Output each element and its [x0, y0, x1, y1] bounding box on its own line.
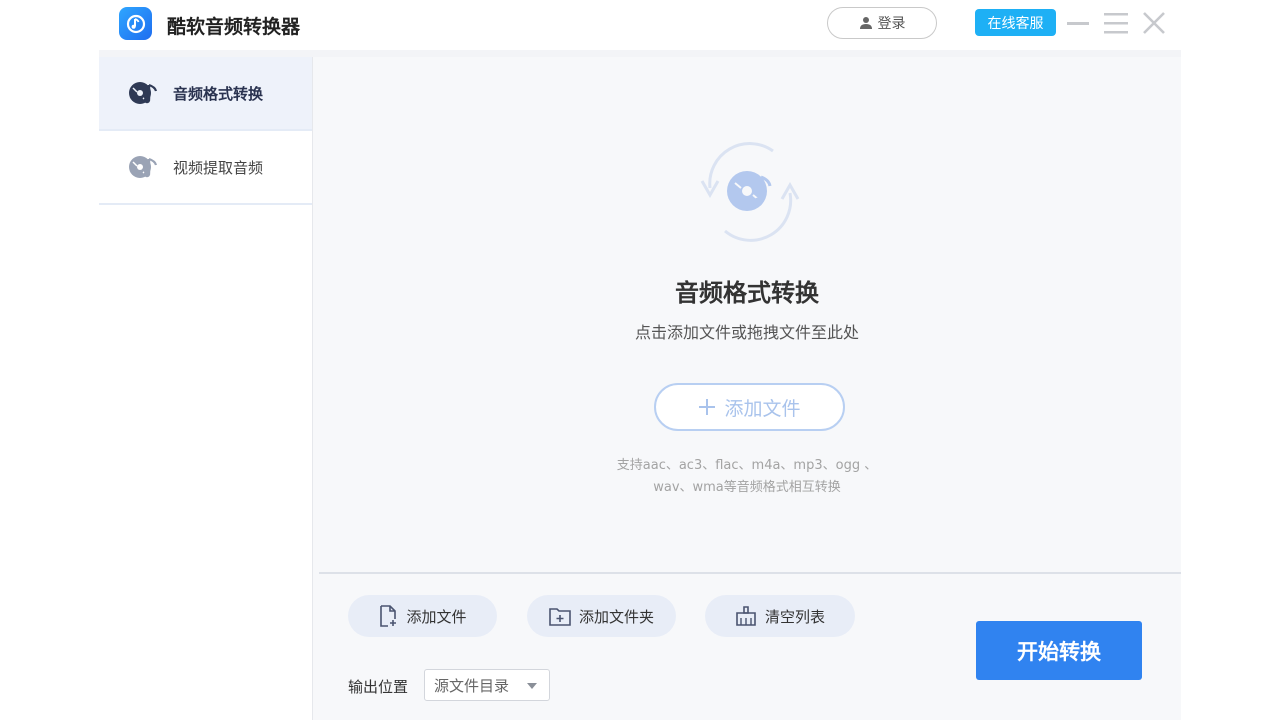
video-audio-icon	[129, 156, 158, 178]
main-panel: 音频格式转换 点击添加文件或拖拽文件至此处 添加文件 支持aac、ac3、fla…	[313, 57, 1181, 720]
add-file-button[interactable]: 添加文件	[348, 595, 497, 637]
add-folder-label: 添加文件夹	[578, 607, 654, 626]
sidebar-item-label: 音频格式转换	[173, 84, 264, 103]
sidebar-item-label: 视频提取音频	[173, 158, 264, 177]
sidebar: 音频格式转换 视频提取音频	[99, 57, 312, 720]
add-file-icon	[380, 605, 397, 627]
audio-disc-icon	[129, 82, 158, 104]
supported-formats: 支持aac、ac3、flac、m4a、mp3、ogg 、 wav、wma等音频格…	[313, 455, 1181, 499]
login-button[interactable]: 登录	[827, 7, 937, 39]
sidebar-item-video-extract[interactable]: 视频提取音频	[99, 131, 312, 205]
online-service-button[interactable]: 在线客服	[975, 9, 1056, 36]
output-location-select[interactable]: 源文件目录	[424, 669, 550, 701]
user-icon	[859, 17, 872, 29]
add-file-label: 添加文件	[724, 397, 801, 420]
menu-icon	[1104, 13, 1128, 34]
file-drop-zone[interactable]: 音频格式转换 点击添加文件或拖拽文件至此处 添加文件 支持aac、ac3、fla…	[313, 57, 1181, 573]
chevron-down-icon	[527, 683, 537, 689]
close-icon	[1143, 12, 1165, 34]
close-button[interactable]	[1139, 8, 1169, 38]
add-folder-icon	[549, 608, 571, 626]
output-location-label: 输出位置	[348, 678, 409, 696]
title-bar: 酷软音频转换器 登录 在线客服	[99, 0, 1181, 50]
add-file-button-large[interactable]: 添加文件	[654, 383, 845, 431]
clear-list-label: 清空列表	[764, 607, 825, 626]
toolbar-divider	[319, 572, 1181, 574]
add-file-label: 添加文件	[406, 607, 467, 626]
drop-zone-hint: 点击添加文件或拖拽文件至此处	[634, 323, 859, 342]
minimize-icon	[1067, 22, 1089, 25]
start-convert-button[interactable]: 开始转换	[976, 621, 1142, 680]
formats-line-2: wav、wma等音频格式相互转换	[653, 480, 841, 495]
convert-cycle-icon	[700, 142, 800, 242]
minimize-button[interactable]	[1063, 8, 1093, 38]
sidebar-item-audio-convert[interactable]: 音频格式转换	[99, 57, 312, 131]
app-title: 酷软音频转换器	[167, 16, 301, 38]
header-divider	[99, 50, 1181, 57]
drop-zone-title: 音频格式转换	[675, 279, 819, 307]
clear-list-button[interactable]: 清空列表	[705, 595, 855, 637]
add-folder-button[interactable]: 添加文件夹	[527, 595, 676, 637]
plus-icon	[699, 399, 716, 415]
output-location-value: 源文件目录	[434, 676, 510, 695]
login-label: 登录	[877, 16, 906, 32]
menu-button[interactable]	[1101, 8, 1131, 38]
app-logo-icon	[119, 7, 152, 40]
formats-line-1: 支持aac、ac3、flac、m4a、mp3、ogg 、	[616, 458, 878, 473]
app-window: 酷软音频转换器 登录 在线客服 音频格式转换 视频提取音频 音频格式转换 点击添…	[99, 0, 1181, 720]
broom-icon	[736, 606, 756, 626]
